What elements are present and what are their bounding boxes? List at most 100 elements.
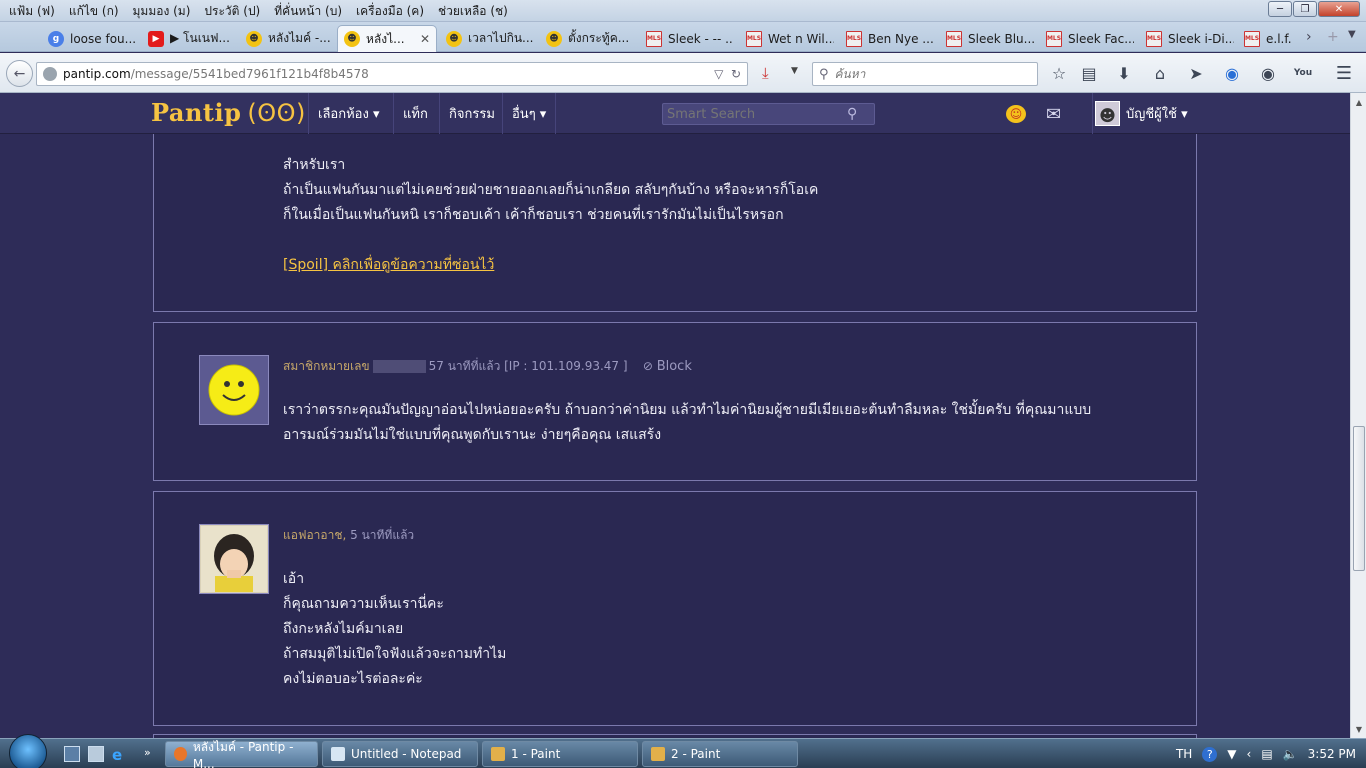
avatar[interactable]	[199, 524, 269, 594]
system-tray: TH ? ▼ ‹ ▤ 🔈 3:52 PM	[1166, 739, 1356, 768]
chat-icon[interactable]: ◉	[1258, 63, 1278, 83]
tab-scroll-right-icon[interactable]: ›	[1306, 29, 1312, 45]
message-body: สำหรับเรา ถ้าเป็นแฟนกันมาแต่ไม่เคยช่วยฝ่…	[283, 157, 819, 273]
menu-edit[interactable]: แก้ไข (ก)	[62, 2, 126, 21]
nav-tags[interactable]: แท็ก	[393, 93, 437, 134]
window-switcher-icon[interactable]	[88, 746, 104, 762]
notepad-icon	[331, 747, 345, 761]
scroll-thumb[interactable]	[1353, 426, 1365, 571]
task-firefox[interactable]: หลังไมค์ - Pantip - M...	[165, 740, 318, 768]
menu-hamburger-icon[interactable]: ☰	[1334, 63, 1354, 84]
tab-list-icon[interactable]: ▼	[1348, 29, 1356, 40]
tab-5[interactable]: ☻ เวลาไปกิน...	[440, 25, 540, 52]
url-text: pantip.com/message/5541bed7961f121b4f8b4…	[63, 67, 369, 81]
tray-arrow-icon[interactable]: ▼	[1227, 747, 1236, 761]
post-time: 5 นาทีที่แล้ว	[350, 528, 415, 542]
tab-12[interactable]: MLS Sleek i-Di...	[1140, 25, 1240, 52]
menu-bookmarks[interactable]: ที่คั่นหน้า (บ)	[267, 2, 349, 21]
avatar[interactable]	[199, 355, 269, 425]
mls-icon: MLS	[646, 30, 662, 47]
tab-10[interactable]: MLS Sleek Blu...	[940, 25, 1040, 52]
author-name[interactable]: แอฟอาอาช,	[283, 528, 346, 542]
search-icon[interactable]: ⚲	[847, 106, 857, 122]
task-paint-1[interactable]: 1 - Paint	[482, 741, 638, 767]
smart-search-box: ⚲	[662, 103, 875, 125]
mls-icon: MLS	[1046, 30, 1062, 47]
home-icon[interactable]: ⌂	[1150, 63, 1170, 83]
new-tab-icon[interactable]: +	[1327, 29, 1339, 45]
tab-13[interactable]: MLSe.l.f. Ey...	[1238, 25, 1302, 52]
tab-7[interactable]: MLS Sleek - -- ...	[640, 25, 740, 52]
menu-help[interactable]: ช่วยเหลือ (ช)	[431, 2, 515, 21]
menu-file[interactable]: แฟ้ม (ฟ)	[2, 2, 62, 21]
restore-button[interactable]: ❐	[1293, 1, 1317, 17]
nav-choose-room[interactable]: เลือกห้อง ▾	[308, 93, 388, 134]
dropdown-arrow-icon[interactable]: ▽	[714, 67, 723, 81]
search-icon: ⚲	[819, 66, 829, 82]
block-icon[interactable]: ⊘	[643, 359, 653, 373]
tab-8[interactable]: MLS Wet n Wil...	[740, 25, 840, 52]
chevron-left-icon[interactable]: ‹	[1247, 747, 1252, 761]
redacted-member-id	[372, 360, 426, 373]
scroll-up-icon[interactable]: ▲	[1352, 94, 1366, 110]
firefox-icon	[174, 747, 187, 761]
pantip-smile-icon: ☻	[546, 30, 562, 47]
bookmark-star-icon[interactable]: ☆	[1049, 63, 1069, 83]
clock[interactable]: 3:52 PM	[1308, 747, 1356, 761]
emoticon-notification-icon[interactable]: ☺	[1006, 105, 1026, 123]
reading-list-icon[interactable]: ▤	[1079, 63, 1099, 83]
menu-history[interactable]: ประวัติ (ป)	[197, 2, 267, 21]
close-window-button[interactable]: ✕	[1318, 1, 1360, 17]
close-tab-icon[interactable]: ✕	[420, 32, 430, 46]
youtube-icon: ▶	[148, 30, 164, 47]
pantip-logo[interactable]: Pantip (ʘʘ)	[151, 98, 306, 127]
start-button[interactable]	[9, 734, 47, 768]
back-button[interactable]: ←	[6, 60, 33, 87]
show-desktop-icon[interactable]	[64, 746, 80, 762]
reload-icon[interactable]: ↻	[731, 67, 741, 81]
task-paint-2[interactable]: 2 - Paint	[642, 741, 798, 767]
help-icon[interactable]: ?	[1202, 746, 1218, 762]
tab-1[interactable]: g loose fou...	[42, 25, 142, 52]
nav-more[interactable]: อื่นๆ ▾	[502, 93, 557, 134]
download-blocked-icon[interactable]: ⤓	[762, 64, 769, 82]
internet-explorer-icon[interactable]: e	[112, 746, 128, 764]
menu-view[interactable]: มุมมอง (ม)	[126, 2, 198, 21]
nav-activities[interactable]: กิจกรรม	[439, 93, 504, 134]
downloads-icon[interactable]: ⬇	[1114, 63, 1134, 83]
language-indicator[interactable]: TH	[1176, 747, 1192, 761]
author-name[interactable]: สมาชิกหมายเลข	[283, 359, 370, 373]
browser-search-input[interactable]	[834, 67, 1025, 81]
chevron-down-icon[interactable]: ▼	[791, 66, 798, 76]
chevron-right-icon[interactable]: »	[144, 746, 160, 762]
addon-globe-icon[interactable]: ◉	[1222, 63, 1242, 83]
block-link[interactable]: Block	[657, 359, 692, 374]
tab-3[interactable]: ☻ หลังไมค์ -...	[240, 25, 340, 52]
page-scrollbar[interactable]: ▲ ▼	[1350, 93, 1366, 738]
user-photo-avatar-icon	[201, 526, 267, 592]
menu-tools[interactable]: เครื่องมือ (ค)	[349, 2, 431, 21]
menu-bar: แฟ้ม (ฟ) แก้ไข (ก) มุมมอง (ม) ประวัติ (ป…	[0, 0, 1366, 22]
spoil-link[interactable]: [Spoil] คลิกเพื่อดูข้อความที่ซ่อนไว้	[283, 257, 494, 273]
tab-2[interactable]: ▶ ▶ โนเนฟ...	[142, 25, 242, 52]
mls-icon: MLS	[846, 30, 862, 47]
network-icon[interactable]: ▤	[1261, 747, 1272, 761]
browser-search-box: ⚲	[812, 62, 1038, 86]
tab-6[interactable]: ☻ ตั้งกระทู้ค...	[540, 25, 640, 52]
share-icon[interactable]: ➤	[1186, 63, 1206, 83]
mls-icon: MLS	[746, 30, 762, 47]
youtube-toolbar-icon[interactable]: You	[1293, 63, 1313, 83]
task-notepad[interactable]: Untitled - Notepad	[322, 741, 478, 767]
minimize-button[interactable]: ─	[1268, 1, 1292, 17]
scroll-down-icon[interactable]: ▼	[1352, 721, 1366, 737]
pantip-smile-icon: ☻	[344, 31, 360, 47]
account-menu[interactable]: ☻ บัญชีผู้ใช้ ▾	[1092, 93, 1188, 134]
volume-icon[interactable]: 🔈	[1283, 747, 1298, 761]
tab-11[interactable]: MLS Sleek Fac...	[1040, 25, 1140, 52]
mail-icon[interactable]: ✉	[1046, 104, 1061, 125]
user-avatar: ☻	[1095, 101, 1120, 126]
url-bar[interactable]: pantip.com/message/5541bed7961f121b4f8b4…	[36, 62, 748, 86]
smart-search-input[interactable]	[667, 106, 847, 122]
tab-9[interactable]: MLS Ben Nye ...	[840, 25, 940, 52]
tab-4-active[interactable]: ☻ หลังไ... ✕	[337, 25, 437, 52]
